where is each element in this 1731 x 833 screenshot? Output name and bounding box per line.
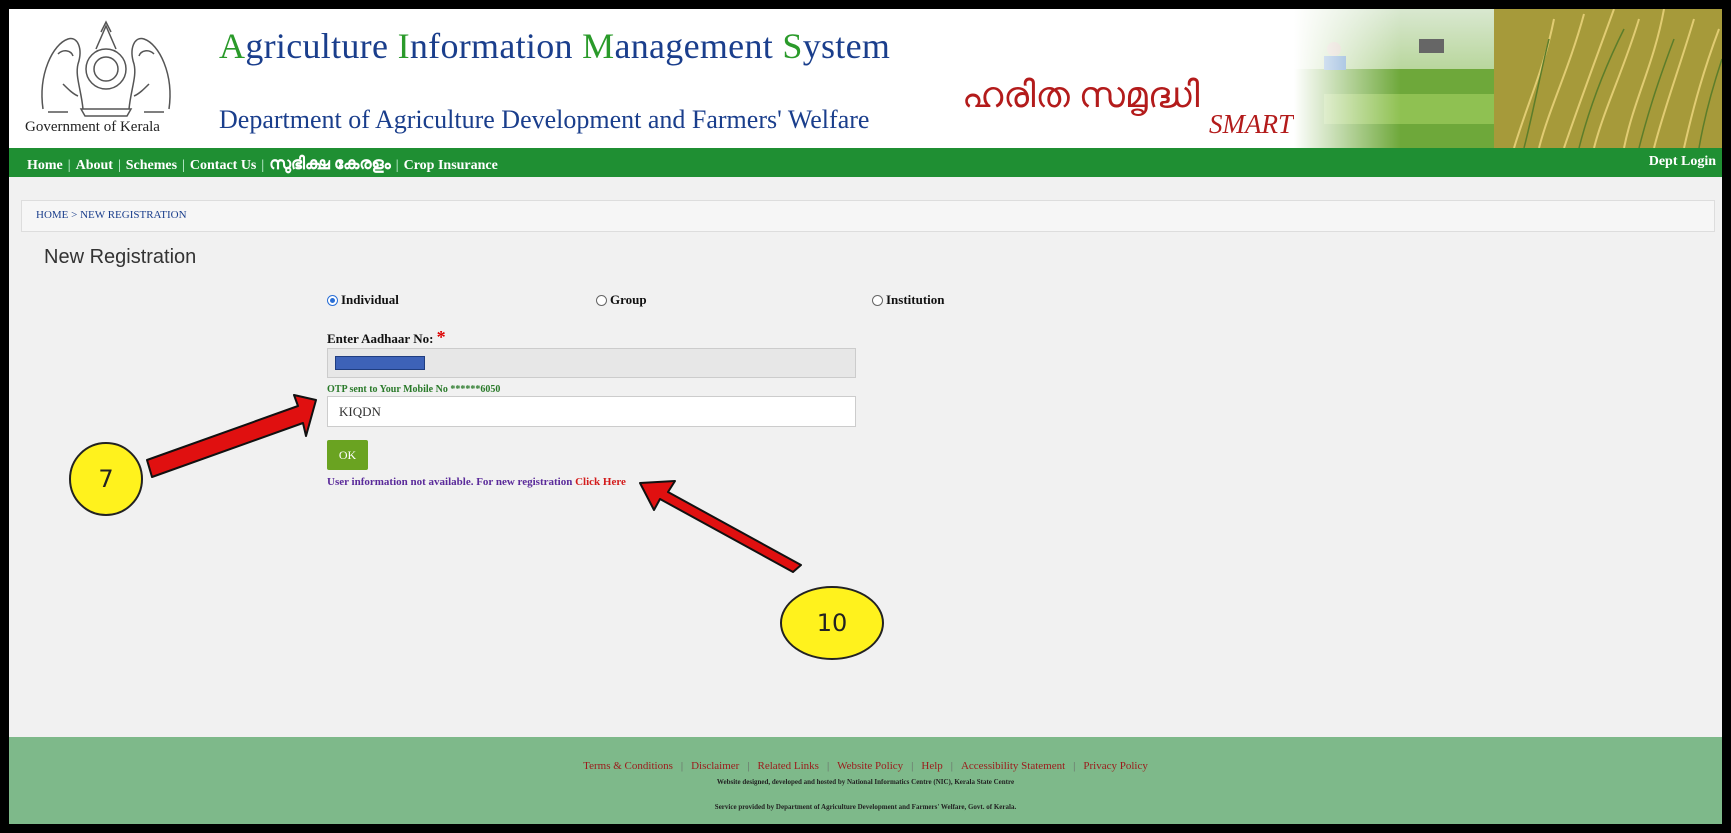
radio-group[interactable]: Group xyxy=(596,292,647,308)
otp-input[interactable]: KIQDN xyxy=(327,396,856,427)
radio-group-label: Group xyxy=(610,292,647,307)
otp-sent-note: OTP sent to Your Mobile No ******6050 xyxy=(327,384,501,395)
required-mark: * xyxy=(436,327,446,347)
callout-7: 7 xyxy=(69,442,143,516)
department-subtitle: Department of Agriculture Development an… xyxy=(219,105,870,134)
aadhaar-input[interactable] xyxy=(327,348,856,378)
nav-subhiksha-keralam[interactable]: സുഭിക്ഷ കേരളം xyxy=(269,154,391,173)
breadcrumb-text[interactable]: HOME > NEW REGISTRATION xyxy=(36,209,187,221)
nav-contact-us[interactable]: Contact Us xyxy=(190,158,257,173)
footer-links: Terms & Conditions | Disclaimer | Related Li… xyxy=(583,760,1148,772)
arrow-10 xyxy=(639,480,802,573)
footer-help-link[interactable]: Help xyxy=(921,760,942,772)
paddy-field-banner-image xyxy=(1294,9,1722,148)
government-of-kerala-label: Government of Kerala xyxy=(25,119,160,135)
radio-institution-button[interactable] xyxy=(872,294,883,306)
main-navigation: Home | About | Schemes | Contact Us | സുഭിക്ഷ കേ… xyxy=(9,148,1722,177)
radio-group-button[interactable] xyxy=(596,294,607,306)
radio-individual-label: Individual xyxy=(341,292,399,307)
aadhaar-label: Enter Aadhaar No: * xyxy=(327,327,446,347)
footer-related-links-link[interactable]: Related Links xyxy=(758,760,819,772)
breadcrumb: HOME > NEW REGISTRATION xyxy=(21,200,1715,232)
site-footer: Terms & Conditions | Disclaimer | Related Li… xyxy=(9,737,1722,824)
haritha-samrudhi-logo: ഹരിത സമൃദ്ധി xyxy=(962,75,1200,115)
redacted-aadhaar-value xyxy=(335,356,425,370)
radio-individual-button[interactable] xyxy=(327,294,338,306)
footer-terms-link[interactable]: Terms & Conditions xyxy=(583,760,673,772)
footer-accessibility-link[interactable]: Accessibility Statement xyxy=(961,760,1065,772)
radio-institution[interactable]: Institution xyxy=(872,292,945,308)
footer-service: Service provided by Department of Agricu… xyxy=(714,803,1017,811)
nav-schemes[interactable]: Schemes xyxy=(126,158,177,173)
nav-links: Home | About | Schemes | Contact Us | സുഭിക്ഷ കേ… xyxy=(27,154,498,173)
nav-home[interactable]: Home xyxy=(27,158,63,173)
nav-crop-insurance[interactable]: Crop Insurance xyxy=(404,158,498,173)
click-here-link[interactable]: Click Here xyxy=(575,476,626,488)
callout-10: 10 xyxy=(780,586,884,660)
smart-label: SMART xyxy=(1209,109,1293,139)
radio-institution-label: Institution xyxy=(886,292,945,307)
page-title: New Registration xyxy=(44,246,197,268)
ok-button[interactable]: OK xyxy=(327,440,368,470)
footer-credit: Website designed, developed and hosted b… xyxy=(716,778,1015,786)
footer-website-policy-link[interactable]: Website Policy xyxy=(837,760,903,772)
footer-privacy-link[interactable]: Privacy Policy xyxy=(1083,760,1147,772)
nav-about[interactable]: About xyxy=(76,158,113,173)
user-info-message: User information not available. For new … xyxy=(327,476,626,488)
radio-individual[interactable]: Individual xyxy=(327,292,399,308)
footer-disclaimer-link[interactable]: Disclaimer xyxy=(691,760,739,772)
dept-login-link[interactable]: Dept Login xyxy=(1649,154,1716,170)
site-title: Agriculture Information Management Syste… xyxy=(219,26,891,66)
site-header: Government of Kerala Agriculture Informa… xyxy=(9,9,1722,148)
arrow-7 xyxy=(146,394,317,478)
page-frame: Government of Kerala Agriculture Informa… xyxy=(9,9,1722,824)
